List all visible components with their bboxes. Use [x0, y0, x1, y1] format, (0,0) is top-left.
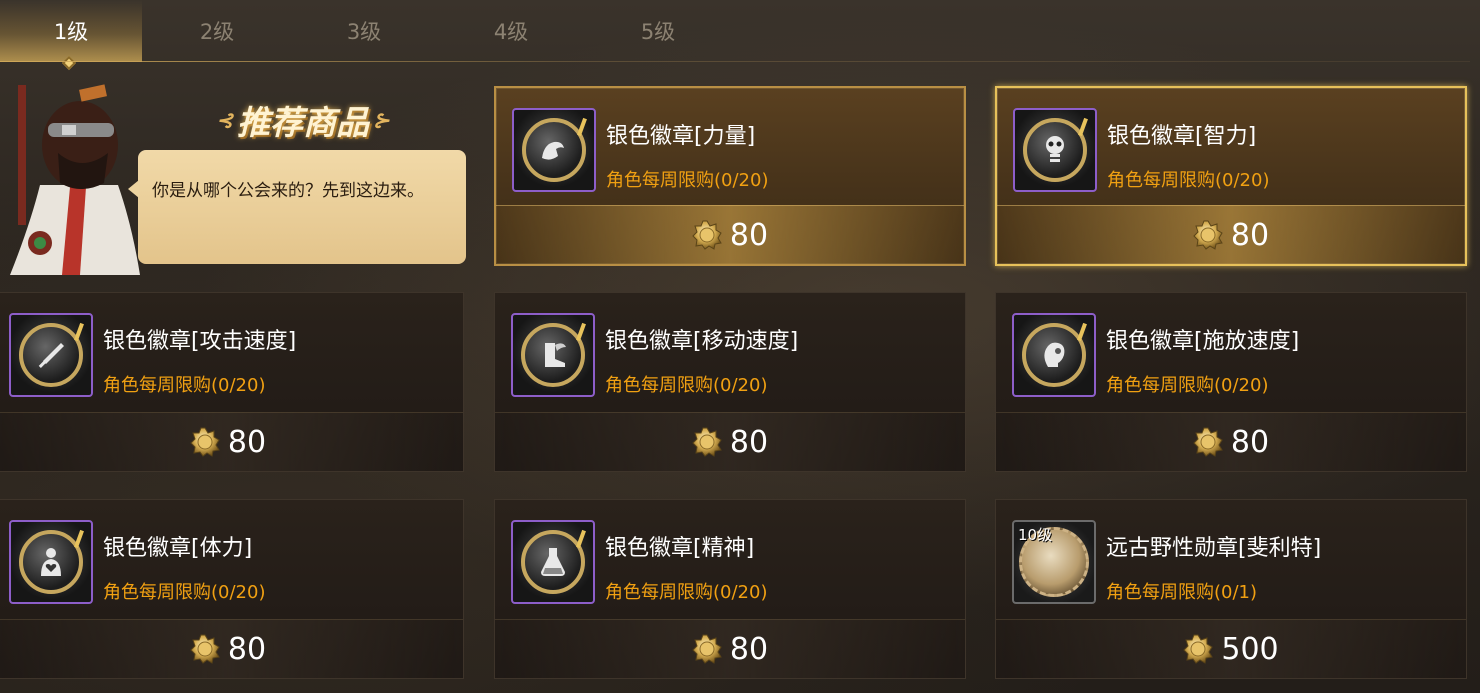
gold-coin-icon: [1193, 220, 1223, 250]
price-bar[interactable]: 80: [0, 412, 463, 471]
tab-level-1[interactable]: 1级: [0, 0, 142, 71]
item-price: 500: [1221, 631, 1279, 667]
npc-dialog-text: 你是从哪个公会来的？先到这边来。: [152, 181, 424, 201]
level-tabs: 1级 2级 3级 4级 5级: [0, 0, 1480, 71]
shop-item-card[interactable]: 银色徽章[移动速度] 角色每周限购(0/20) 80: [494, 292, 966, 472]
item-price: 80: [227, 631, 267, 667]
item-icon-frame: [511, 313, 595, 397]
ornament-right-icon: ⊱: [373, 108, 390, 132]
shop-item-card[interactable]: 银色徽章[施放速度] 角色每周限购(0/20) 80: [995, 292, 1467, 472]
shop-item-card[interactable]: 银色徽章[力量] 角色每周限购(0/20) 80: [494, 86, 966, 266]
gold-coin-icon: [1193, 427, 1223, 457]
tab-level-4[interactable]: 4级: [440, 0, 582, 62]
item-price: 80: [227, 424, 267, 460]
tab-divider: [0, 61, 1470, 62]
item-icon-frame: 10级: [1012, 520, 1096, 604]
head-profile-icon: [1022, 323, 1086, 387]
item-price: 80: [1230, 424, 1270, 460]
shop-item-card[interactable]: 银色徽章[精神] 角色每周限购(0/20) 80: [494, 499, 966, 679]
gold-coin-icon: [190, 427, 220, 457]
item-price: 80: [1230, 217, 1270, 253]
active-tab-diamond-icon: [61, 55, 77, 71]
winged-boot-icon: [521, 323, 585, 387]
purchase-limit: 角色每周限购(0/20): [1106, 375, 1269, 396]
item-name: 银色徽章[体力]: [103, 536, 253, 561]
item-icon-frame: [9, 313, 93, 397]
price-bar[interactable]: 80: [495, 412, 965, 471]
purchase-limit: 角色每周限购(0/20): [606, 170, 769, 191]
item-name: 银色徽章[智力]: [1107, 124, 1257, 149]
gold-coin-icon: [692, 220, 722, 250]
tab-label: 1级: [53, 20, 89, 44]
strength-arm-icon: [522, 118, 586, 182]
tab-level-5[interactable]: 5级: [587, 0, 729, 62]
heart-body-icon: [19, 530, 83, 594]
npc-speech-bubble: 你是从哪个公会来的？先到这边来。: [128, 150, 466, 264]
tab-level-2[interactable]: 2级: [146, 0, 288, 62]
price-bar[interactable]: 80: [996, 412, 1466, 471]
purchase-limit: 角色每周限购(0/20): [103, 582, 266, 603]
item-icon-frame: [1013, 108, 1097, 192]
item-level-badge: 10级: [1018, 526, 1053, 544]
tab-level-3[interactable]: 3级: [293, 0, 435, 62]
intelligence-skull-icon: [1023, 118, 1087, 182]
item-name: 银色徽章[精神]: [605, 536, 755, 561]
speech-bubble-tail: [128, 180, 139, 198]
shop-item-card[interactable]: 银色徽章[攻击速度] 角色每周限购(0/20) 80: [0, 292, 464, 472]
tab-label: 3级: [346, 20, 382, 44]
purchase-limit: 角色每周限购(0/1): [1106, 582, 1258, 603]
purchase-limit: 角色每周限购(0/20): [1107, 170, 1270, 191]
recommended-title-text: 推荐商品: [237, 103, 369, 142]
sword-icon: [19, 323, 83, 387]
purchase-limit: 角色每周限购(0/20): [605, 375, 768, 396]
price-bar[interactable]: 500: [996, 619, 1466, 678]
item-name: 银色徽章[力量]: [606, 124, 756, 149]
item-icon-frame: [9, 520, 93, 604]
npc-merchant-portrait: [10, 84, 140, 275]
shop-item-card[interactable]: 银色徽章[体力] 角色每周限购(0/20) 80: [0, 499, 464, 679]
item-price: 80: [729, 217, 769, 253]
item-price: 80: [729, 424, 769, 460]
gold-coin-icon: [190, 634, 220, 664]
tab-label: 2级: [199, 20, 235, 44]
item-name: 远古野性勋章[斐利特]: [1106, 536, 1322, 561]
potion-flask-icon: [521, 530, 585, 594]
item-icon-frame: [512, 108, 596, 192]
purchase-limit: 角色每周限购(0/20): [605, 582, 768, 603]
item-icon-frame: [511, 520, 595, 604]
item-name: 银色徽章[施放速度]: [1106, 329, 1300, 354]
price-bar[interactable]: 80: [495, 619, 965, 678]
gold-coin-icon: [692, 634, 722, 664]
purchase-limit: 角色每周限购(0/20): [103, 375, 266, 396]
gold-coin-icon: [692, 427, 722, 457]
item-name: 银色徽章[移动速度]: [605, 329, 799, 354]
gold-coin-icon: [1183, 634, 1213, 664]
price-bar[interactable]: 80: [0, 619, 463, 678]
tab-label: 4级: [493, 20, 529, 44]
item-price: 80: [729, 631, 769, 667]
recommended-title: ⊰ 推荐商品 ⊱: [188, 96, 418, 144]
price-bar[interactable]: 80: [496, 205, 964, 264]
shop-item-card[interactable]: 银色徽章[智力] 角色每周限购(0/20) 80: [995, 86, 1467, 266]
ornament-left-icon: ⊰: [216, 108, 233, 132]
shop-item-card[interactable]: 10级 远古野性勋章[斐利特] 角色每周限购(0/1) 500: [995, 499, 1467, 679]
item-name: 银色徽章[攻击速度]: [103, 329, 297, 354]
price-bar[interactable]: 80: [997, 205, 1465, 264]
item-icon-frame: [1012, 313, 1096, 397]
tab-label: 5级: [640, 20, 676, 44]
